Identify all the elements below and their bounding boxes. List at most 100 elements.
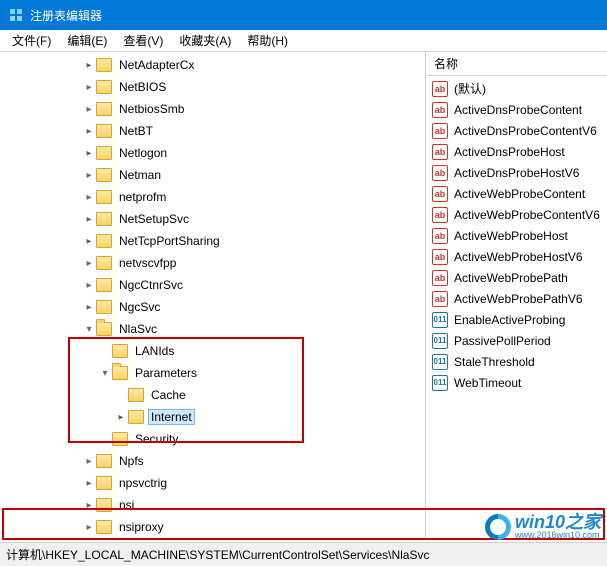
chevron-right-icon[interactable]: ▸ [82,236,96,247]
tree-item-label: NgcCtnrSvc [116,277,186,293]
value-row[interactable]: 011 PassivePollPeriod [426,330,607,351]
value-row[interactable]: 011StaleThreshold [426,351,607,372]
chevron-right-icon[interactable]: ▸ [82,456,96,467]
folder-icon [96,190,112,204]
chevron-right-icon[interactable]: ▸ [114,412,128,423]
chevron-right-icon[interactable]: ▸ [82,170,96,181]
folder-icon [96,234,112,248]
value-name: PassivePollPeriod [454,334,551,348]
tree-item[interactable]: ▸ NetBT [2,120,425,142]
string-value-icon: ab [432,102,448,118]
value-row[interactable]: abActiveWebProbePath [426,267,607,288]
tree-item-label: LANIds [132,343,177,359]
value-row[interactable]: abActiveWebProbeContentV6 [426,204,607,225]
value-row[interactable]: 011EnableActiveProbing [426,309,607,330]
chevron-right-icon[interactable]: ▸ [82,500,96,511]
chevron-right-icon[interactable]: ▸ [82,148,96,159]
chevron-right-icon[interactable]: ▸ [82,104,96,115]
tree-item[interactable]: ▾Parameters [2,362,425,384]
value-name: ActiveDnsProbeHost [454,145,565,159]
tree-item-label: Npfs [116,453,147,469]
binary-value-icon: 011 [432,312,448,328]
tree-item[interactable]: ▸ netvscvfpp [2,252,425,274]
value-row[interactable]: abActiveDnsProbeContentV6 [426,120,607,141]
string-value-icon: ab [432,249,448,265]
folder-icon [112,366,128,380]
chevron-right-icon[interactable]: ▸ [82,280,96,291]
tree-item[interactable]: ▸ Netlogon [2,142,425,164]
tree-item[interactable]: ▸ NgcCtnrSvc [2,274,425,296]
chevron-down-icon[interactable]: ▾ [82,324,96,335]
value-row[interactable]: 011WebTimeout [426,372,607,393]
folder-icon [128,388,144,402]
menu-view[interactable]: 查看(V) [115,30,171,51]
tree-pane[interactable]: ▸NetAdapterCx▸NetBIOS▸NetbiosSmb▸NetBT▸N… [0,52,426,540]
tree-item[interactable]: ▸ NetBIOS [2,76,425,98]
chevron-right-icon[interactable]: ▸ [82,478,96,489]
menu-help[interactable]: 帮助(H) [239,30,296,51]
tree-item-label: Security [132,431,181,447]
string-value-icon: ab [432,291,448,307]
tree-item[interactable]: ▾ NlaSvc [2,318,425,340]
chevron-right-icon[interactable]: ▸ [82,258,96,269]
chevron-right-icon[interactable]: ▸ [82,82,96,93]
chevron-right-icon[interactable]: ▸ [82,126,96,137]
menu-file[interactable]: 文件(F) [4,30,59,51]
value-row[interactable]: ab(默认) [426,78,607,99]
chevron-right-icon[interactable]: ▸ [82,192,96,203]
tree-item[interactable]: ▸ nsiproxy [2,516,425,538]
string-value-icon: ab [432,165,448,181]
tree-item[interactable]: ▸NetSetupSvc [2,208,425,230]
tree-item-label: NetBIOS [116,79,169,95]
tree-item[interactable]: ▸npsvctrig [2,472,425,494]
string-value-icon: ab [432,144,448,160]
value-row[interactable]: abActiveDnsProbeContent [426,99,607,120]
tree-item-label: netvscvfpp [116,255,179,271]
value-row[interactable]: abActiveWebProbeHost [426,225,607,246]
value-row[interactable]: ab ActiveDnsProbeHost [426,141,607,162]
value-row[interactable]: abActiveDnsProbeHostV6 [426,162,607,183]
window-title: 注册表编辑器 [30,7,102,24]
tree-item-label: Netlogon [116,145,170,161]
string-value-icon: ab [432,123,448,139]
tree-item[interactable]: ▸NgcSvc [2,296,425,318]
value-row[interactable]: abActiveWebProbeHostV6 [426,246,607,267]
tree-item[interactable]: ▸NetbiosSmb [2,98,425,120]
tree-item-label: NlaSvc [116,321,160,337]
tree-item[interactable]: ▸NetTcpPortSharing [2,230,425,252]
tree-item-label: nsiproxy [116,519,167,535]
tree-item[interactable]: ▸netprofm [2,186,425,208]
chevron-right-icon[interactable]: ▸ [82,302,96,313]
folder-icon [96,454,112,468]
tree-item-label: Netman [116,167,164,183]
tree-item[interactable]: ▸Cache [2,384,425,406]
tree-item[interactable]: ▸Internet [2,406,425,428]
tree-item[interactable]: ▸ Npfs [2,450,425,472]
menu-edit[interactable]: 编辑(E) [59,30,115,51]
chevron-right-icon[interactable]: ▸ [82,522,96,533]
values-pane[interactable]: 名称 ab(默认)abActiveDnsProbeContentabActive… [426,52,607,540]
menubar: 文件(F) 编辑(E) 查看(V) 收藏夹(A) 帮助(H) [0,30,607,52]
menu-favorites[interactable]: 收藏夹(A) [171,30,239,51]
folder-icon [96,124,112,138]
tree-item[interactable]: ▸LANIds [2,340,425,362]
folder-icon [112,344,128,358]
value-row[interactable]: abActiveWebProbeContent [426,183,607,204]
string-value-icon: ab [432,270,448,286]
tree-item[interactable]: ▸nsi [2,494,425,516]
tree-item[interactable]: ▸ NetAdapterCx [2,54,425,76]
tree-item[interactable]: ▸ Netman [2,164,425,186]
value-row[interactable]: abActiveWebProbePathV6 [426,288,607,309]
tree-item[interactable]: ▸NTDS [2,538,425,540]
folder-icon [96,520,112,534]
tree-item[interactable]: ▸Security [2,428,425,450]
chevron-down-icon[interactable]: ▾ [98,368,112,379]
binary-value-icon: 011 [432,333,448,349]
tree-item-label: NetBT [116,123,156,139]
string-value-icon: ab [432,186,448,202]
column-header-name[interactable]: 名称 [426,52,607,76]
chevron-right-icon[interactable]: ▸ [82,60,96,71]
folder-icon [96,80,112,94]
tree-item-label: NetAdapterCx [116,57,197,73]
chevron-right-icon[interactable]: ▸ [82,214,96,225]
